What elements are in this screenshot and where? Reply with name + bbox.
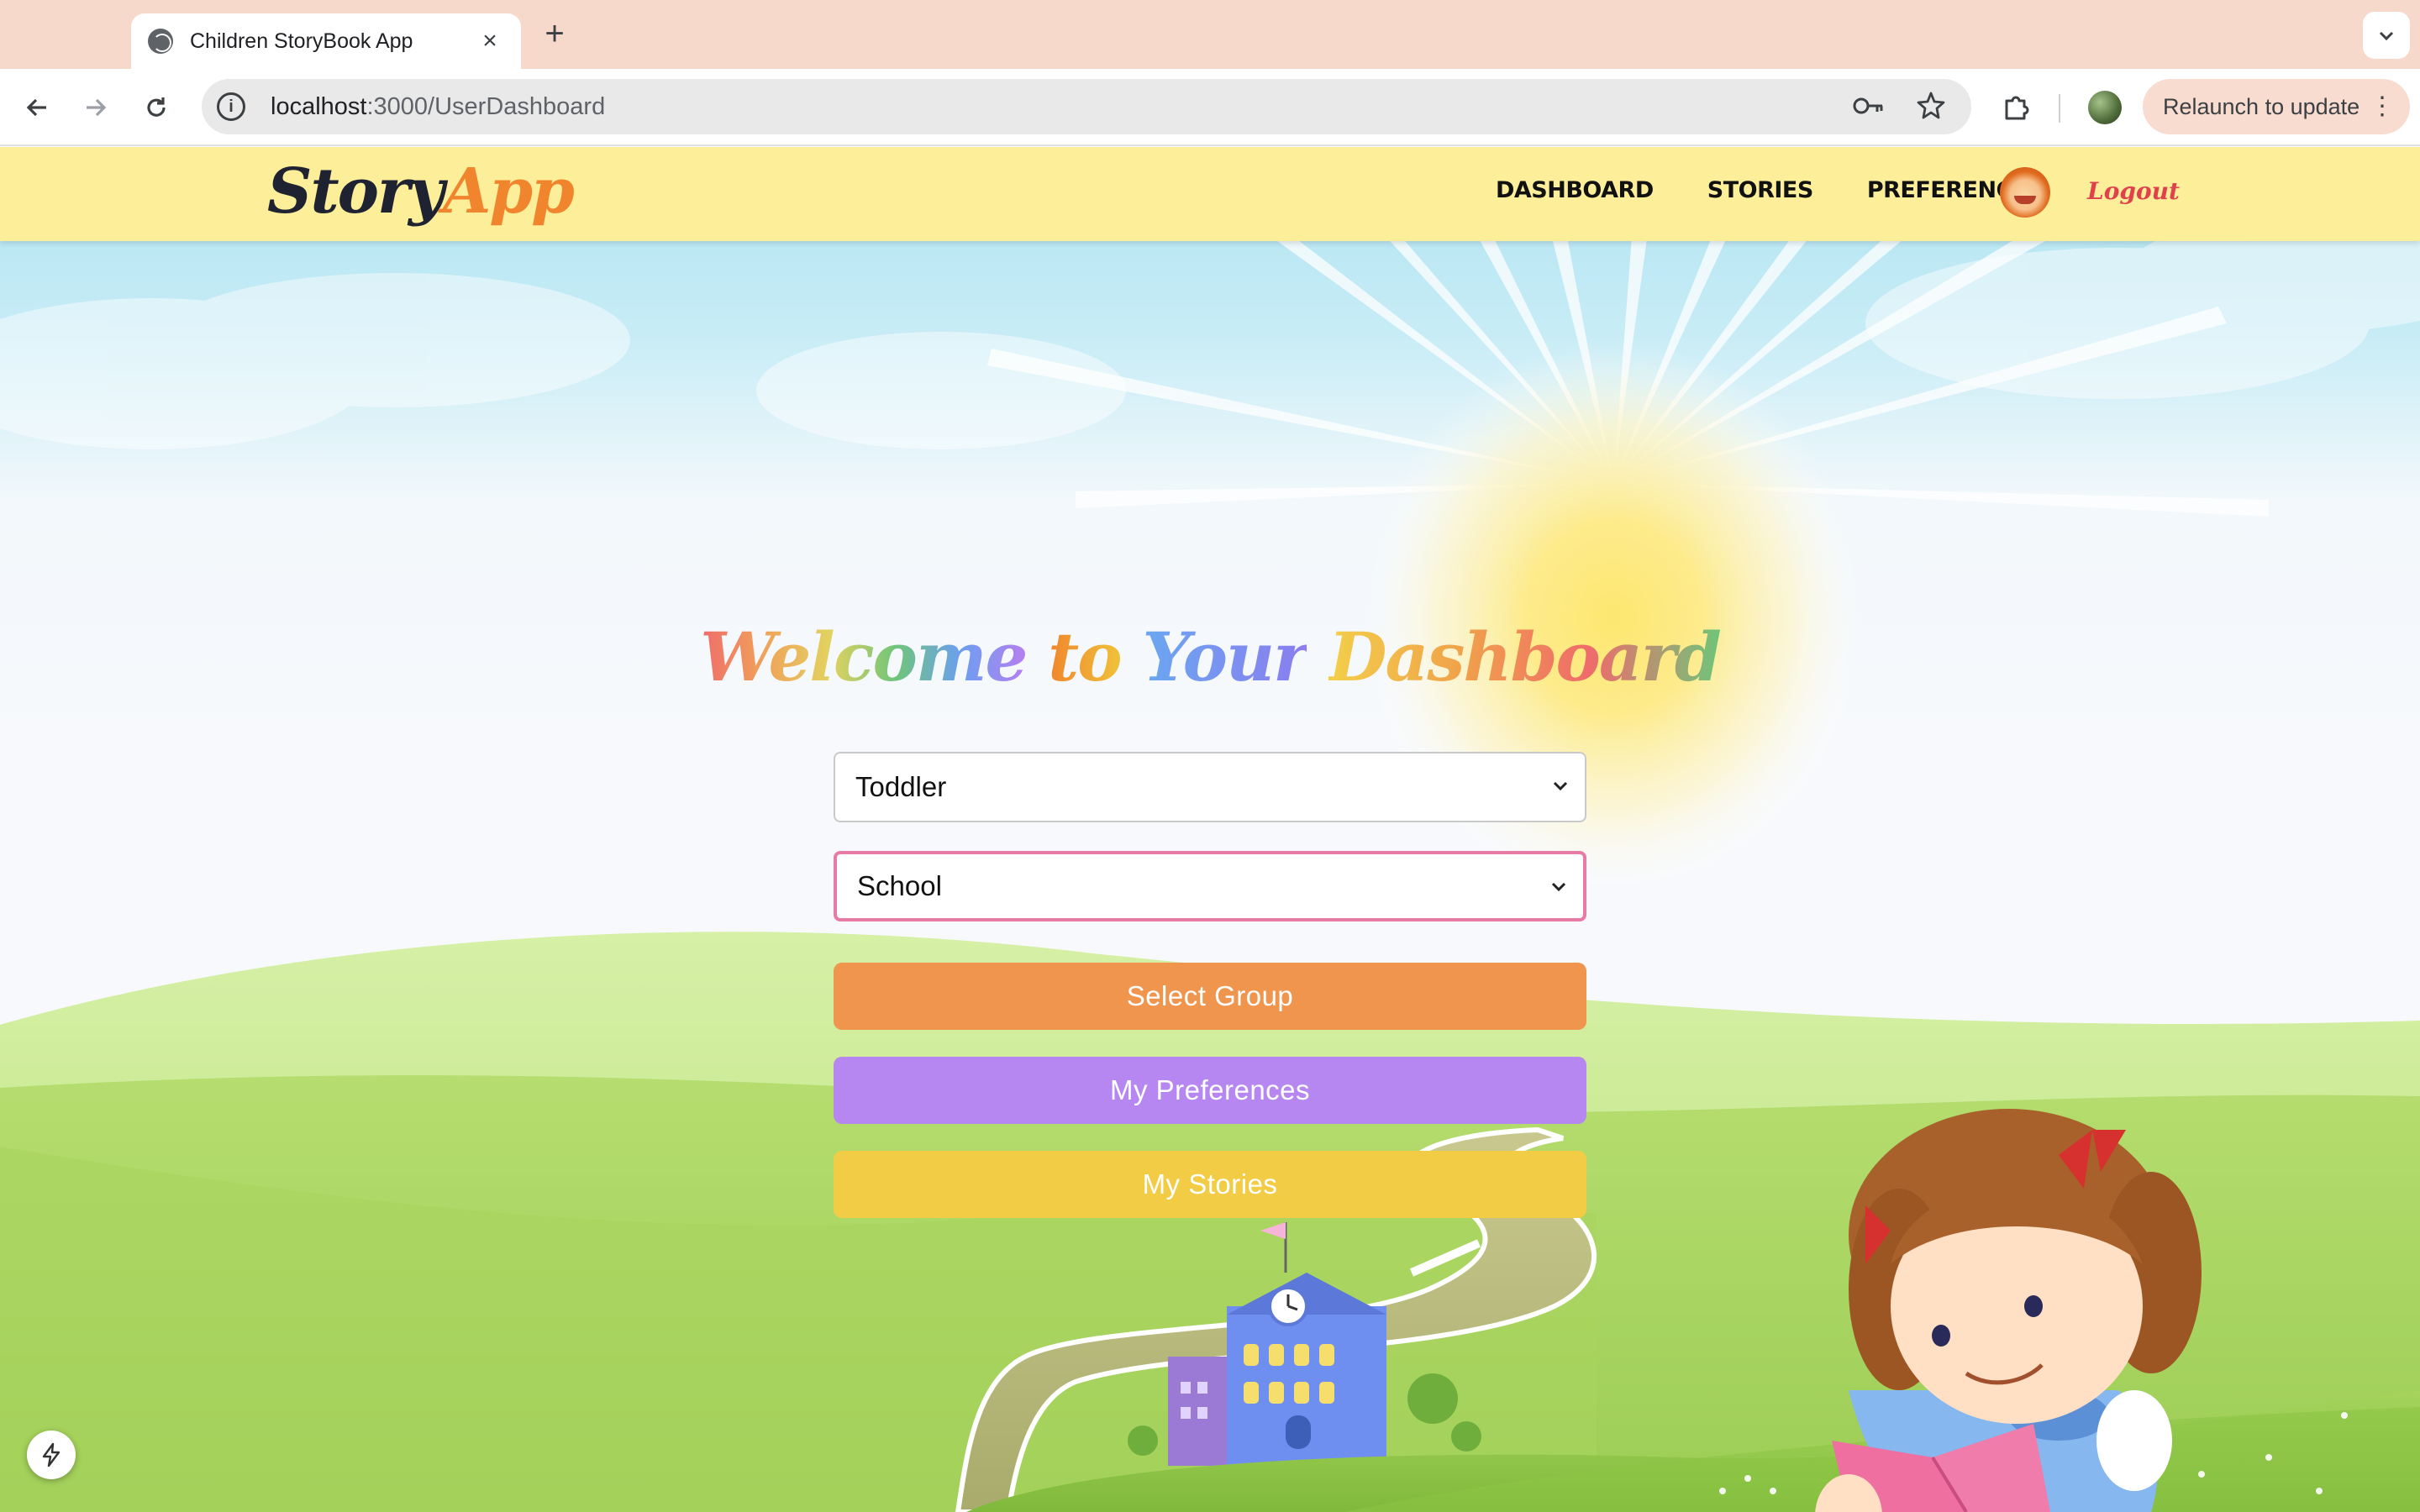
chevron-down-icon [2379, 31, 2394, 41]
tab-search-button[interactable] [2363, 12, 2410, 59]
topic-value: School [857, 870, 942, 901]
url-text: localhost:3000/UserDashboard [271, 92, 606, 120]
headline-word-dashboard: Dashboard [1328, 617, 1722, 696]
app-navbar: StoryApp DASHBOARD STORIES PREFERENCE Lo… [0, 147, 2420, 241]
nav-stories[interactable]: STORIES [1707, 177, 1814, 203]
nav-dashboard[interactable]: DASHBOARD [1496, 177, 1654, 203]
reload-button[interactable] [136, 87, 176, 128]
site-info-icon[interactable]: i [217, 92, 245, 121]
user-avatar[interactable] [2000, 167, 2050, 218]
back-arrow-icon [26, 98, 46, 117]
back-button[interactable] [17, 87, 57, 128]
forward-button[interactable] [76, 87, 116, 128]
extensions-button[interactable] [1996, 87, 2037, 128]
age-group-select[interactable]: Toddler [834, 752, 1586, 822]
browser-toolbar: i localhost:3000/UserDashboard Relaunch … [0, 69, 2420, 146]
globe-icon [148, 29, 173, 54]
nav-links: DASHBOARD STORIES PREFERENCE [1496, 177, 2028, 203]
my-preferences-button[interactable]: My Preferences [834, 1057, 1586, 1124]
relaunch-label: Relaunch to update [2163, 93, 2360, 119]
headline-word-your: Your [1142, 617, 1308, 696]
toolbar-separator [2059, 94, 2060, 123]
age-group-value: Toddler [855, 771, 947, 802]
browser-tab[interactable]: Children StoryBook App × [131, 13, 521, 69]
tab-title: Children StoryBook App [190, 29, 413, 53]
storyapp-logo[interactable]: StoryApp [267, 155, 575, 228]
puzzle-icon [2005, 96, 2029, 120]
menu-dots-icon[interactable]: ⋮ [2370, 92, 2395, 121]
reload-icon [147, 97, 166, 117]
chevron-down-icon [1553, 781, 1568, 791]
headline-word-welcome: Welcome [700, 617, 1028, 696]
browser-tab-strip: Children StoryBook App × + [0, 0, 2420, 69]
dashboard-headline: Welcome to Your Dashboard [0, 617, 2420, 696]
profile-avatar[interactable] [2088, 91, 2122, 124]
clouds [0, 214, 2420, 449]
password-key-icon[interactable] [1852, 91, 1886, 121]
lightning-icon [42, 1442, 60, 1467]
bookmark-star-icon[interactable] [1916, 91, 1946, 121]
headline-word-to: to [1048, 617, 1122, 696]
new-tab-icon[interactable]: + [538, 15, 571, 52]
page: StoryApp DASHBOARD STORIES PREFERENCE Lo… [0, 147, 2420, 1512]
forward-arrow-icon [87, 98, 107, 117]
my-stories-button[interactable]: My Stories [834, 1151, 1586, 1218]
relaunch-button[interactable]: Relaunch to update ⋮ [2143, 79, 2410, 134]
topic-select[interactable]: School [834, 851, 1586, 921]
girl-reading-illustration [1815, 1109, 2202, 1512]
background-scene [0, 147, 2420, 1512]
address-bar[interactable]: i localhost:3000/UserDashboard [202, 79, 1971, 134]
logout-link[interactable]: Logout [2087, 177, 2180, 205]
select-group-button[interactable]: Select Group [834, 963, 1586, 1030]
chevron-down-icon [1551, 882, 1566, 892]
close-tab-icon[interactable]: × [476, 27, 504, 55]
dev-tools-badge[interactable] [27, 1431, 76, 1479]
